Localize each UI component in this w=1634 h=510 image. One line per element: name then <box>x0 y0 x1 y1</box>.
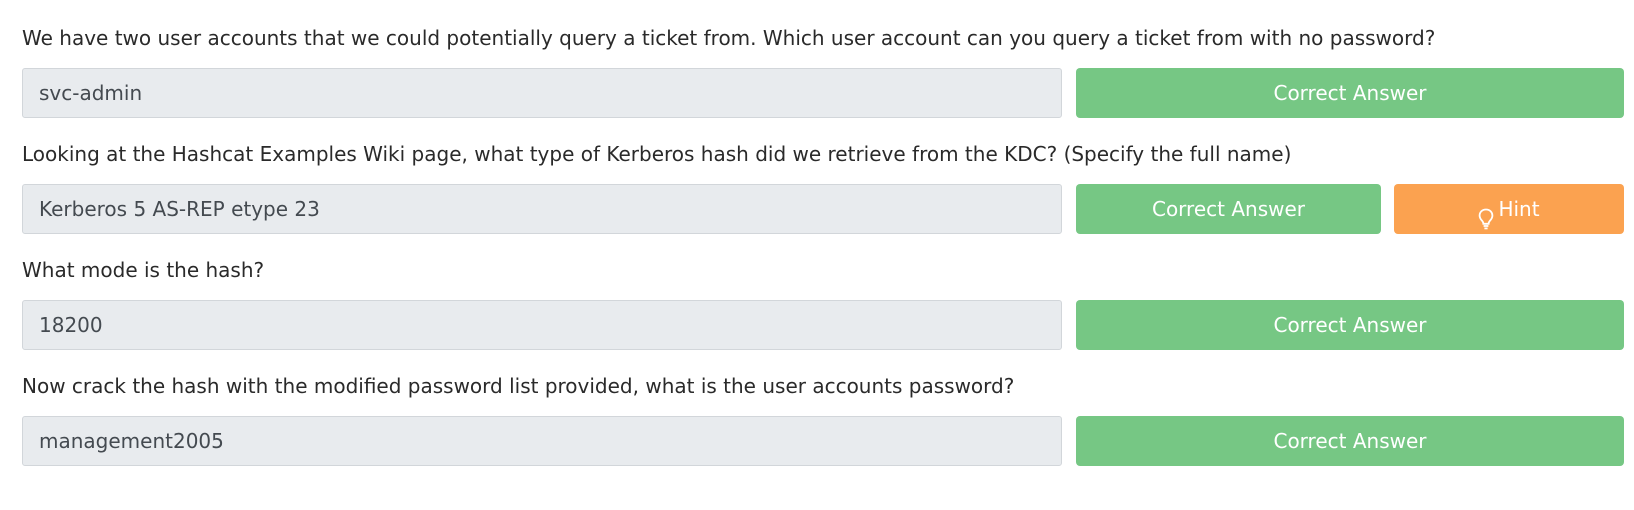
answer-row: 18200 Correct Answer <box>22 300 1624 350</box>
hint-label: Hint <box>1498 197 1540 221</box>
question-text: What mode is the hash? <box>22 258 265 282</box>
answer-row: svc-admin Correct Answer <box>22 68 1624 118</box>
answer-field[interactable]: 18200 <box>22 300 1062 350</box>
answer-field[interactable]: svc-admin <box>22 68 1062 118</box>
lightbulb-icon <box>1478 198 1494 230</box>
questions-panel: We have two user accounts that we could … <box>0 0 1634 510</box>
correct-answer-button[interactable]: Correct Answer <box>1076 68 1624 118</box>
hint-button[interactable]: Hint <box>1394 184 1624 234</box>
answer-field[interactable]: management2005 <box>22 416 1062 466</box>
answer-field[interactable]: Kerberos 5 AS-REP etype 23 <box>22 184 1062 234</box>
question-block-3: What mode is the hash? 18200 Correct Ans… <box>22 258 1624 350</box>
answer-row: Kerberos 5 AS-REP etype 23 Correct Answe… <box>22 184 1624 234</box>
correct-answer-button[interactable]: Correct Answer <box>1076 184 1381 234</box>
question-text: We have two user accounts that we could … <box>22 26 1436 50</box>
question-block-4: Now crack the hash with the modified pas… <box>22 374 1624 466</box>
question-text: Now crack the hash with the modified pas… <box>22 374 1015 398</box>
question-block-2: Looking at the Hashcat Examples Wiki pag… <box>22 142 1624 234</box>
answer-row: management2005 Correct Answer <box>22 416 1624 466</box>
question-block-1: We have two user accounts that we could … <box>22 26 1624 118</box>
correct-answer-button[interactable]: Correct Answer <box>1076 300 1624 350</box>
question-text: Looking at the Hashcat Examples Wiki pag… <box>22 142 1292 166</box>
correct-answer-button[interactable]: Correct Answer <box>1076 416 1624 466</box>
